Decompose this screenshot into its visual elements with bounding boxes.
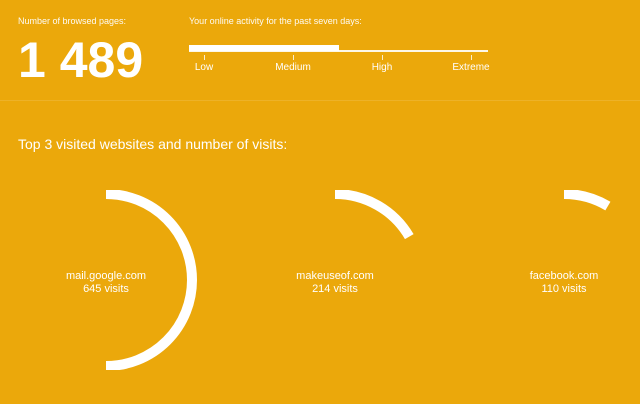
top-site-name-1: mail.google.com xyxy=(65,270,147,282)
activity-tick-label-medium: Medium xyxy=(275,62,311,73)
top-site-visits-3: 110 visits xyxy=(541,283,587,295)
section-divider xyxy=(0,100,640,101)
top-site-visits-2: 214 visits xyxy=(312,283,358,295)
activity-tick-label-high: High xyxy=(371,62,393,73)
top-site-card-2[interactable]: makeuseof.com 214 visits xyxy=(240,190,430,370)
top-site-card-1[interactable]: mail.google.com 645 visits xyxy=(11,190,201,370)
online-activity-level-bar xyxy=(189,45,339,51)
top-sites-title: Top 3 visited websites and number of vis… xyxy=(18,136,288,152)
top-site-visits-1: 645 visits xyxy=(83,283,129,295)
browsed-pages-label: Number of browsed pages: xyxy=(18,16,127,26)
activity-tick-label-extreme: Extreme xyxy=(452,62,490,73)
activity-tick-low xyxy=(204,55,205,60)
top-site-name-2: makeuseof.com xyxy=(296,270,374,282)
activity-summary-page: Number of browsed pages: 1 489 Your onli… xyxy=(0,0,640,404)
online-activity-label: Your online activity for the past seven … xyxy=(189,16,362,26)
activity-tick-high xyxy=(382,55,383,60)
visits-arc-path-3 xyxy=(563,190,611,211)
activity-tick-extreme xyxy=(471,55,472,60)
activity-tick-medium xyxy=(293,55,294,60)
top-site-card-3[interactable]: facebook.com 110 visits xyxy=(469,190,640,370)
visits-arc-path-2 xyxy=(334,190,414,240)
top-site-name-3: facebook.com xyxy=(529,270,599,282)
browsed-pages-count: 1 489 xyxy=(18,32,144,88)
activity-tick-label-low: Low xyxy=(194,62,214,73)
